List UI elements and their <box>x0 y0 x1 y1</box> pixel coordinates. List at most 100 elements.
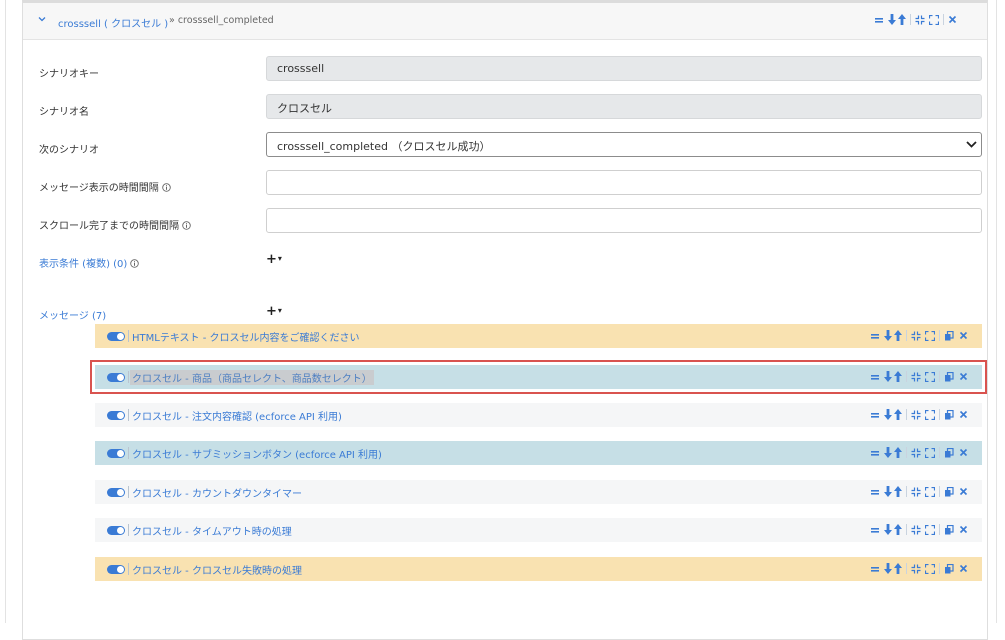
messages-label[interactable]: メッセージ (7) <box>39 307 106 322</box>
message-label[interactable]: クロスセル - サブミッションボタン (ecforce API 利用) <box>132 446 382 461</box>
arrow-up-icon[interactable] <box>894 563 902 574</box>
add-condition-button[interactable]: +▾ <box>266 252 282 267</box>
expand-icon[interactable] <box>925 409 935 420</box>
arrow-down-icon[interactable] <box>884 330 892 341</box>
arrow-up-icon[interactable] <box>898 14 906 25</box>
toggle-on-icon[interactable] <box>107 565 125 574</box>
expand-icon[interactable] <box>925 330 935 341</box>
close-icon[interactable] <box>959 487 968 496</box>
arrow-down-icon[interactable] <box>884 486 892 497</box>
expand-icon[interactable] <box>925 486 935 497</box>
close-icon[interactable] <box>959 372 968 381</box>
message-toolbar <box>870 371 968 382</box>
message-label[interactable]: クロスセル - カウントダウンタイマー <box>132 485 302 500</box>
message-label[interactable]: クロスセル - タイムアウト時の処理 <box>132 523 292 538</box>
message-label[interactable]: クロスセル - 商品（商品セレクト、商品数セレクト） <box>130 370 374 385</box>
message-item[interactable]: クロスセル - 注文内容確認 (ecforce API 利用) <box>95 403 982 427</box>
arrow-up-icon[interactable] <box>894 447 902 458</box>
expand-icon[interactable] <box>925 447 935 458</box>
info-icon[interactable] <box>162 183 171 192</box>
arrow-down-icon[interactable] <box>884 524 892 535</box>
drag-handle-icon[interactable] <box>870 410 880 420</box>
expand-icon[interactable] <box>925 371 935 382</box>
message-toolbar <box>870 330 968 341</box>
toggle-on-icon[interactable] <box>107 526 125 535</box>
drag-handle-icon[interactable] <box>870 372 880 382</box>
arrow-up-icon[interactable] <box>894 486 902 497</box>
next-scenario-label: 次のシナリオ <box>39 145 99 156</box>
scroll-interval-input[interactable] <box>266 208 982 233</box>
message-item[interactable]: クロスセル - タイムアウト時の処理 <box>95 518 982 542</box>
scenario-key-value: crosssell <box>277 62 325 75</box>
scenario-panel-header: crosssell ( クロスセル ) » crosssell_complete… <box>23 3 987 40</box>
chevron-down-icon[interactable] <box>37 14 47 24</box>
toggle-on-icon[interactable] <box>107 488 125 497</box>
toolbar-divider <box>910 14 911 25</box>
message-label[interactable]: クロスセル - 注文内容確認 (ecforce API 利用) <box>132 408 342 423</box>
arrow-down-icon[interactable] <box>884 447 892 458</box>
copy-icon[interactable] <box>944 371 954 382</box>
close-icon[interactable] <box>948 15 957 24</box>
message-label[interactable]: クロスセル - クロスセル失敗時の処理 <box>132 562 302 577</box>
drag-handle-icon[interactable] <box>870 448 880 458</box>
close-icon[interactable] <box>959 410 968 419</box>
arrow-up-icon[interactable] <box>894 409 902 420</box>
toggle-on-icon[interactable] <box>107 373 125 382</box>
drag-handle-icon[interactable] <box>870 564 880 574</box>
compress-icon[interactable] <box>911 331 921 341</box>
display-conditions-label[interactable]: 表示条件 (複数) (0) <box>39 255 140 270</box>
next-scenario-select[interactable]: crosssell_completed （クロスセル成功） <box>266 132 982 157</box>
info-icon[interactable] <box>130 259 140 268</box>
expand-icon[interactable] <box>929 14 939 25</box>
drag-handle-icon[interactable] <box>870 525 880 535</box>
message-toolbar <box>870 563 968 574</box>
close-icon[interactable] <box>959 331 968 340</box>
message-toolbar <box>870 409 968 420</box>
message-label[interactable]: HTMLテキスト - クロスセル内容をご確認ください <box>132 329 360 344</box>
message-item[interactable]: HTMLテキスト - クロスセル内容をご確認ください <box>95 324 982 348</box>
close-icon[interactable] <box>959 564 968 573</box>
message-item[interactable]: クロスセル - サブミッションボタン (ecforce API 利用) <box>95 441 982 465</box>
toggle-on-icon[interactable] <box>107 449 125 458</box>
arrow-up-icon[interactable] <box>894 371 902 382</box>
arrow-down-icon[interactable] <box>884 371 892 382</box>
compress-icon[interactable] <box>911 487 921 497</box>
toggle-on-icon[interactable] <box>107 332 125 341</box>
compress-icon[interactable] <box>911 448 921 458</box>
arrow-down-icon[interactable] <box>884 563 892 574</box>
compress-icon[interactable] <box>911 372 921 382</box>
arrow-down-icon[interactable] <box>884 409 892 420</box>
message-interval-input[interactable] <box>266 170 982 195</box>
copy-icon[interactable] <box>944 330 954 341</box>
next-scenario-value: crosssell_completed （クロスセル成功） <box>277 140 491 153</box>
arrow-up-icon[interactable] <box>894 524 902 535</box>
toggle-on-icon[interactable] <box>107 411 125 420</box>
arrow-down-icon[interactable] <box>888 14 896 25</box>
message-item-selected[interactable]: クロスセル - 商品（商品セレクト、商品数セレクト） <box>90 360 987 394</box>
arrow-up-icon[interactable] <box>894 330 902 341</box>
drag-handle-icon[interactable] <box>874 15 884 25</box>
add-message-button[interactable]: +▾ <box>266 304 282 319</box>
compress-icon[interactable] <box>911 525 921 535</box>
compress-icon[interactable] <box>911 410 921 420</box>
drag-handle-icon[interactable] <box>870 487 880 497</box>
copy-icon[interactable] <box>944 563 954 574</box>
scenario-name-label: シナリオ名 <box>39 107 89 118</box>
info-icon[interactable] <box>182 221 191 230</box>
expand-icon[interactable] <box>925 524 935 535</box>
copy-icon[interactable] <box>944 524 954 535</box>
message-item[interactable]: クロスセル - クロスセル失敗時の処理 <box>95 557 982 581</box>
drag-handle-icon[interactable] <box>870 331 880 341</box>
close-icon[interactable] <box>959 448 968 457</box>
copy-icon[interactable] <box>944 409 954 420</box>
copy-icon[interactable] <box>944 486 954 497</box>
scenario-title[interactable]: crosssell ( クロスセル ) <box>58 15 168 30</box>
copy-icon[interactable] <box>944 447 954 458</box>
message-item[interactable]: クロスセル - カウントダウンタイマー <box>95 480 982 504</box>
compress-icon[interactable] <box>915 15 925 25</box>
chevron-down-icon <box>966 141 977 148</box>
close-icon[interactable] <box>959 525 968 534</box>
compress-icon[interactable] <box>911 564 921 574</box>
expand-icon[interactable] <box>925 563 935 574</box>
message-interval-label: メッセージ表示の時間間隔 <box>39 179 171 194</box>
